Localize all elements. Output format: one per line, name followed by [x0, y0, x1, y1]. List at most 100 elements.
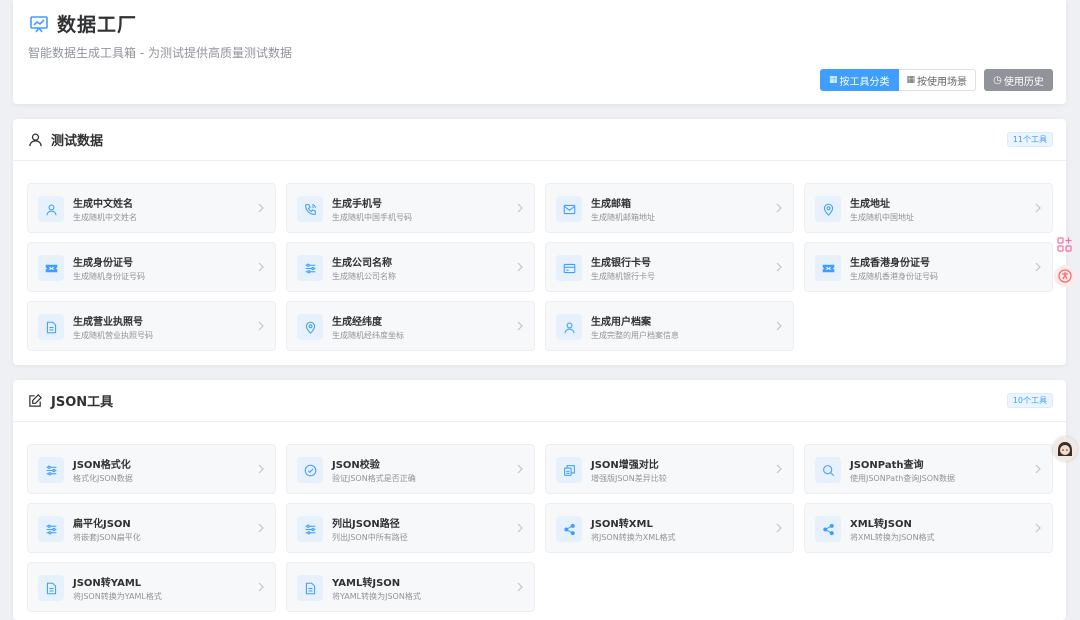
tool-card[interactable]: 生成银行卡号 生成随机银行卡号 — [545, 242, 794, 292]
tool-description: 生成随机经纬度坐标 — [332, 331, 404, 340]
section-title: 测试数据 — [51, 134, 104, 149]
view-by-category-label: 按工具分类 — [839, 76, 890, 88]
tool-card[interactable]: 生成用户档案生成完整的用户档案信息 — [545, 301, 794, 351]
chevron-right-icon — [258, 203, 264, 213]
translate-icon — [1058, 269, 1072, 283]
tool-card[interactable]: JSON增强对比 增强版JSON差异比较 — [545, 444, 794, 494]
tool-description: 格式化JSON数据 — [73, 474, 133, 483]
tool-description: 生成完整的用户档案信息 — [591, 331, 679, 340]
edit-icon — [29, 394, 42, 407]
tool-card[interactable]: 生成邮箱 生成随机邮箱地址 — [545, 183, 794, 233]
tool-icon-box — [38, 255, 64, 281]
chevron-right-icon — [776, 203, 782, 213]
history-label: 使用历史 — [1003, 76, 1044, 88]
chevron-right-icon — [1035, 262, 1041, 272]
tool-name: 列出JSON路径 — [332, 519, 400, 530]
tool-icon-box — [297, 575, 323, 601]
chevron-right-icon — [517, 203, 523, 213]
tool-card[interactable]: 生成经纬度 生成随机经纬度坐标 — [286, 301, 535, 351]
chevron-right-icon — [258, 464, 264, 474]
ticket-icon — [822, 264, 834, 272]
tool-name: JSON校验 — [332, 460, 380, 471]
tool-card[interactable]: JSON校验验证JSON格式是否正确 — [286, 444, 535, 494]
chevron-right-icon — [776, 464, 782, 474]
tool-description: 将XML转换为JSON格式 — [850, 533, 935, 542]
tool-name: JSONPath查询 — [850, 460, 924, 471]
tool-card[interactable]: 生成身份证号 生成随机身份证号码 — [27, 242, 276, 292]
tool-card[interactable]: XML转JSON 将XML转换为JSON格式 — [804, 503, 1053, 553]
tool-icon-box — [556, 314, 582, 340]
chevron-right-icon — [517, 321, 523, 331]
user-icon — [29, 133, 42, 147]
section-header: 测试数据 11个工具 — [13, 119, 1066, 161]
view-by-scene-label: 按使用场景 — [917, 76, 968, 88]
tool-card[interactable]: 扁平化JSON 将嵌套JSON扁平化 — [27, 503, 276, 553]
phone-icon — [304, 203, 316, 215]
tool-card[interactable]: 生成营业执照号 生成随机营业执照号码 — [27, 301, 276, 351]
tool-name: JSON增强对比 — [591, 460, 659, 471]
view-by-category-button[interactable]: ▦ 按工具分类 — [820, 69, 899, 91]
chevron-right-icon — [776, 523, 782, 533]
tool-icon-box — [556, 196, 582, 222]
tool-icon-box — [297, 314, 323, 340]
chevron-right-icon — [258, 321, 264, 331]
tool-count-badge: 11个工具 — [1006, 132, 1053, 147]
tool-description: 生成随机香港身份证号码 — [850, 272, 938, 281]
tool-description: 生成随机中国地址 — [850, 213, 914, 222]
section-title: JSON工具 — [51, 395, 114, 410]
location-icon — [823, 203, 833, 216]
grid-icon: ▦ — [829, 75, 838, 85]
tool-description: 将嵌套JSON扁平化 — [73, 533, 141, 542]
document-icon — [46, 582, 56, 594]
assistant-avatar[interactable] — [1053, 437, 1077, 461]
history-button[interactable]: ◷ 使用历史 — [984, 69, 1053, 91]
tool-description: 生成随机营业执照号码 — [73, 331, 153, 340]
tool-name: 生成身份证号 — [73, 258, 133, 269]
grid-icon: ▦ — [906, 75, 916, 85]
tool-name: 生成香港身份证号 — [850, 258, 930, 269]
view-switch: ▦ 按工具分类 ▦ 按使用场景 — [820, 69, 977, 91]
user-icon — [46, 204, 56, 215]
chevron-right-icon — [1035, 203, 1041, 213]
ticket-icon — [45, 264, 57, 272]
tool-card[interactable]: JSONPath查询使用JSONPath查询JSON数据 — [804, 444, 1053, 494]
tool-card[interactable]: 生成中文姓名 生成随机中文姓名 — [27, 183, 276, 233]
chevron-right-icon — [258, 262, 264, 272]
tool-icon-box — [815, 457, 841, 483]
tool-description: 将JSON转换为YAML格式 — [73, 592, 162, 601]
chevron-right-icon — [1035, 523, 1041, 533]
view-by-scene-button[interactable]: ▦ 按使用场景 — [898, 69, 977, 91]
check-circle-icon — [304, 464, 316, 476]
tool-description: 生成随机邮箱地址 — [591, 213, 655, 222]
tool-name: 生成银行卡号 — [591, 258, 651, 269]
page-subtitle: 智能数据生成工具箱 - 为测试提供高质量测试数据 — [28, 46, 292, 60]
tool-card[interactable]: 生成地址 生成随机中国地址 — [804, 183, 1053, 233]
section-header: JSON工具 10个工具 — [13, 380, 1066, 422]
card-icon — [563, 263, 575, 273]
chevron-right-icon — [1035, 464, 1041, 474]
tool-name: 生成用户档案 — [591, 317, 651, 328]
tool-description: 使用JSONPath查询JSON数据 — [850, 474, 956, 483]
tool-card[interactable]: 生成香港身份证号 生成随机香港身份证号码 — [804, 242, 1053, 292]
document-icon — [305, 582, 315, 594]
chevron-right-icon — [258, 523, 264, 533]
tool-card[interactable]: JSON格式化 格式化JSON数据 — [27, 444, 276, 494]
title-row: 数据工厂 — [29, 10, 137, 37]
translate-button[interactable] — [1054, 265, 1076, 287]
apps-icon[interactable] — [1056, 236, 1074, 254]
tool-icon-box — [556, 255, 582, 281]
tool-card[interactable]: 列出JSON路径 列出JSON中所有路径 — [286, 503, 535, 553]
tool-card[interactable]: JSON转XML 将JSON转换为XML格式 — [545, 503, 794, 553]
tool-description: 验证JSON格式是否正确 — [332, 474, 416, 483]
page-title: 数据工厂 — [57, 14, 138, 36]
tool-name: 生成手机号 — [332, 199, 382, 210]
chevron-right-icon — [517, 582, 523, 592]
tool-card[interactable]: YAML转JSON 将YAML转换为JSON格式 — [286, 562, 535, 612]
tool-card[interactable]: 生成手机号 生成随机中国手机号码 — [286, 183, 535, 233]
tool-icon-box — [38, 457, 64, 483]
user-icon — [564, 322, 574, 333]
tool-icon-box — [297, 457, 323, 483]
section-test-data: 测试数据 11个工具 生成中文姓名 生成随机中文姓名 生成手机号 生成随机中国手机号码… — [13, 119, 1066, 365]
tool-card[interactable]: JSON转YAML 将JSON转换为YAML格式 — [27, 562, 276, 612]
tool-card[interactable]: 生成公司名称 生成随机公司名称 — [286, 242, 535, 292]
